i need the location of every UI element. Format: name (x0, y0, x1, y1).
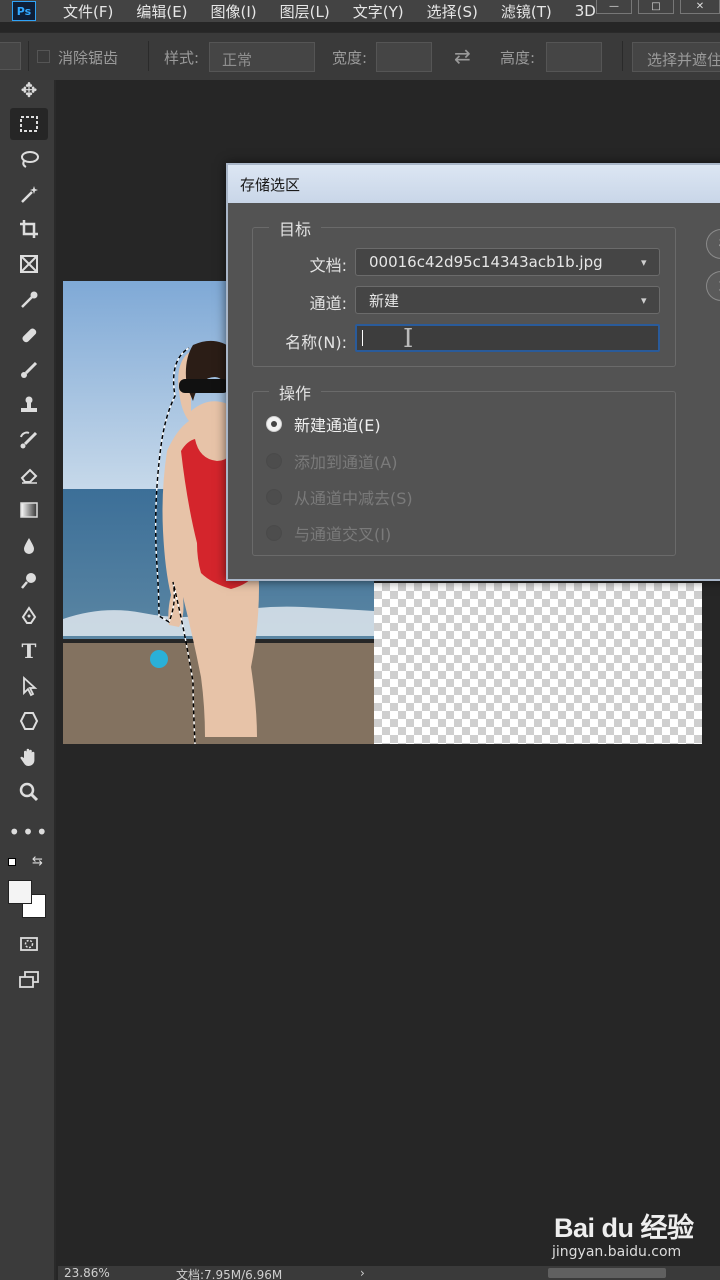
move-icon[interactable]: ✥ (10, 74, 48, 106)
radio-add-to-channel: 添加到通道(A) (266, 449, 397, 473)
radio-new-channel[interactable]: 新建通道(E) (266, 412, 381, 436)
channel-value: 新建 (369, 291, 400, 310)
menu-3d[interactable]: 3D (575, 2, 596, 20)
screen-mode-icon[interactable] (10, 964, 48, 996)
save-selection-dialog: 存储选区 目标 文档: 00016c42d95c14343acb1b.jpg ▾… (226, 163, 720, 581)
history-brush-icon[interactable] (10, 424, 48, 456)
menu-type[interactable]: 文字(Y) (353, 1, 404, 22)
options-bar: 消除锯齿 样式: 正常 宽度: ⇄ 高度: 选择并遮住... (0, 32, 720, 80)
document-size: 文档:7.95M/6.96M (176, 1268, 283, 1280)
name-label: 名称(N): (285, 333, 347, 352)
stamp-icon[interactable] (10, 389, 48, 421)
style-label: 样式: (164, 49, 200, 67)
radio-label: 与通道交叉(I) (294, 525, 392, 544)
select-and-mask-button[interactable]: 选择并遮住... (632, 42, 720, 72)
swap-colors-icon[interactable]: ⇆ (32, 854, 43, 869)
radio-label: 从通道中减去(S) (294, 489, 413, 508)
watermark-url: jingyan.baidu.com (552, 1244, 682, 1260)
document-value: 00016c42d95c14343acb1b.jpg (369, 253, 603, 271)
menu-edit[interactable]: 编辑(E) (136, 1, 187, 22)
blur-icon[interactable] (10, 530, 48, 562)
operation-group-title: 操作 (269, 380, 322, 404)
style-value: 正常 (222, 51, 253, 69)
maximize-icon[interactable]: □ (638, 0, 674, 14)
dodge-icon[interactable] (10, 565, 48, 597)
width-input[interactable] (376, 42, 432, 72)
baidu-jingyan-watermark: Bai du 经验 jingyan.baidu.com (552, 1200, 702, 1266)
radio-icon (266, 453, 282, 469)
menu-select[interactable]: 选择(S) (427, 1, 478, 22)
chevron-down-icon: ▾ (641, 294, 647, 307)
menu-bar: Ps 文件(F) 编辑(E) 图像(I) 图层(L) 文字(Y) 选择(S) 滤… (0, 0, 720, 22)
tools-panel: ✥ T ••• ⇆ (0, 78, 56, 1280)
dialog-body: 目标 文档: 00016c42d95c14343acb1b.jpg ▾ 通道: … (236, 203, 720, 571)
style-select[interactable]: 正常 (209, 42, 315, 72)
photoshop-logo-icon: Ps (12, 1, 36, 21)
status-menu-chevron-icon[interactable]: › (360, 1266, 365, 1280)
antialias-checkbox[interactable] (37, 50, 50, 63)
target-group: 目标 文档: 00016c42d95c14343acb1b.jpg ▾ 通道: … (252, 216, 676, 367)
minimize-icon[interactable]: — (596, 0, 632, 14)
radio-label: 添加到通道(A) (294, 453, 398, 472)
status-bar: 23.86% 文档:7.95M/6.96M › (58, 1266, 720, 1280)
menu-layer[interactable]: 图层(L) (280, 1, 330, 22)
target-group-title: 目标 (269, 216, 322, 240)
default-colors-icon[interactable] (8, 858, 16, 866)
select-and-mask-label: 选择并遮住... (647, 51, 720, 69)
marquee-icon[interactable] (10, 108, 48, 140)
radio-icon (266, 489, 282, 505)
width-label: 宽度: (332, 49, 368, 67)
path-select-icon[interactable] (10, 670, 48, 702)
menu-image[interactable]: 图像(I) (211, 1, 257, 22)
tool-preset-picker[interactable] (0, 42, 21, 70)
frame-icon[interactable] (10, 248, 48, 280)
healing-brush-icon[interactable] (10, 319, 48, 351)
magic-wand-icon[interactable] (10, 178, 48, 210)
text-cursor-icon: I (403, 324, 414, 354)
menu-filter[interactable]: 滤镜(T) (501, 1, 552, 22)
chevron-down-icon: ▾ (641, 256, 647, 269)
radio-label: 新建通道(E) (294, 416, 381, 435)
channel-select[interactable]: 新建 ▾ (355, 286, 660, 314)
radio-intersect-channel: 与通道交叉(I) (266, 521, 391, 545)
swap-icon[interactable]: ⇄ (454, 44, 471, 68)
eraser-icon[interactable] (10, 459, 48, 491)
transparent-area (374, 583, 702, 744)
antialias-label: 消除锯齿 (58, 49, 119, 67)
ok-button[interactable]: 确 (706, 229, 720, 259)
menu-file[interactable]: 文件(F) (63, 1, 113, 22)
crop-icon[interactable] (10, 213, 48, 245)
gradient-icon[interactable] (10, 494, 48, 526)
operation-group: 操作 新建通道(E) 添加到通道(A) 从通道中减去(S) 与通道交叉(I) (252, 380, 676, 556)
radio-selected-icon[interactable] (266, 416, 282, 432)
type-icon[interactable]: T (10, 635, 48, 667)
close-icon[interactable]: ✕ (680, 0, 720, 14)
radio-icon (266, 525, 282, 541)
document-select[interactable]: 00016c42d95c14343acb1b.jpg ▾ (355, 248, 660, 276)
radio-subtract-from-channel: 从通道中减去(S) (266, 485, 413, 509)
cancel-button[interactable]: 取 (706, 271, 720, 301)
zoom-icon[interactable] (10, 776, 48, 808)
eyedropper-icon[interactable] (10, 284, 48, 316)
channel-label: 通道: (309, 294, 347, 313)
foreground-color-swatch[interactable] (8, 880, 32, 904)
quick-mask-icon[interactable] (10, 928, 48, 960)
horizontal-scrollbar[interactable] (548, 1268, 666, 1278)
shape-icon[interactable] (10, 705, 48, 737)
height-label: 高度: (500, 49, 536, 67)
height-input[interactable] (546, 42, 602, 72)
watermark-logo: Bai du 经验 (554, 1213, 694, 1243)
hand-icon[interactable] (10, 741, 48, 773)
dialog-title[interactable]: 存储选区 (228, 165, 720, 203)
brush-icon[interactable] (10, 354, 48, 386)
name-input[interactable] (355, 324, 660, 352)
document-label: 文档: (309, 256, 347, 275)
zoom-level[interactable]: 23.86% (64, 1266, 110, 1280)
lasso-icon[interactable] (10, 143, 48, 175)
pen-icon[interactable] (10, 600, 48, 632)
more-icon[interactable]: ••• (8, 816, 48, 848)
text-caret (362, 330, 363, 346)
